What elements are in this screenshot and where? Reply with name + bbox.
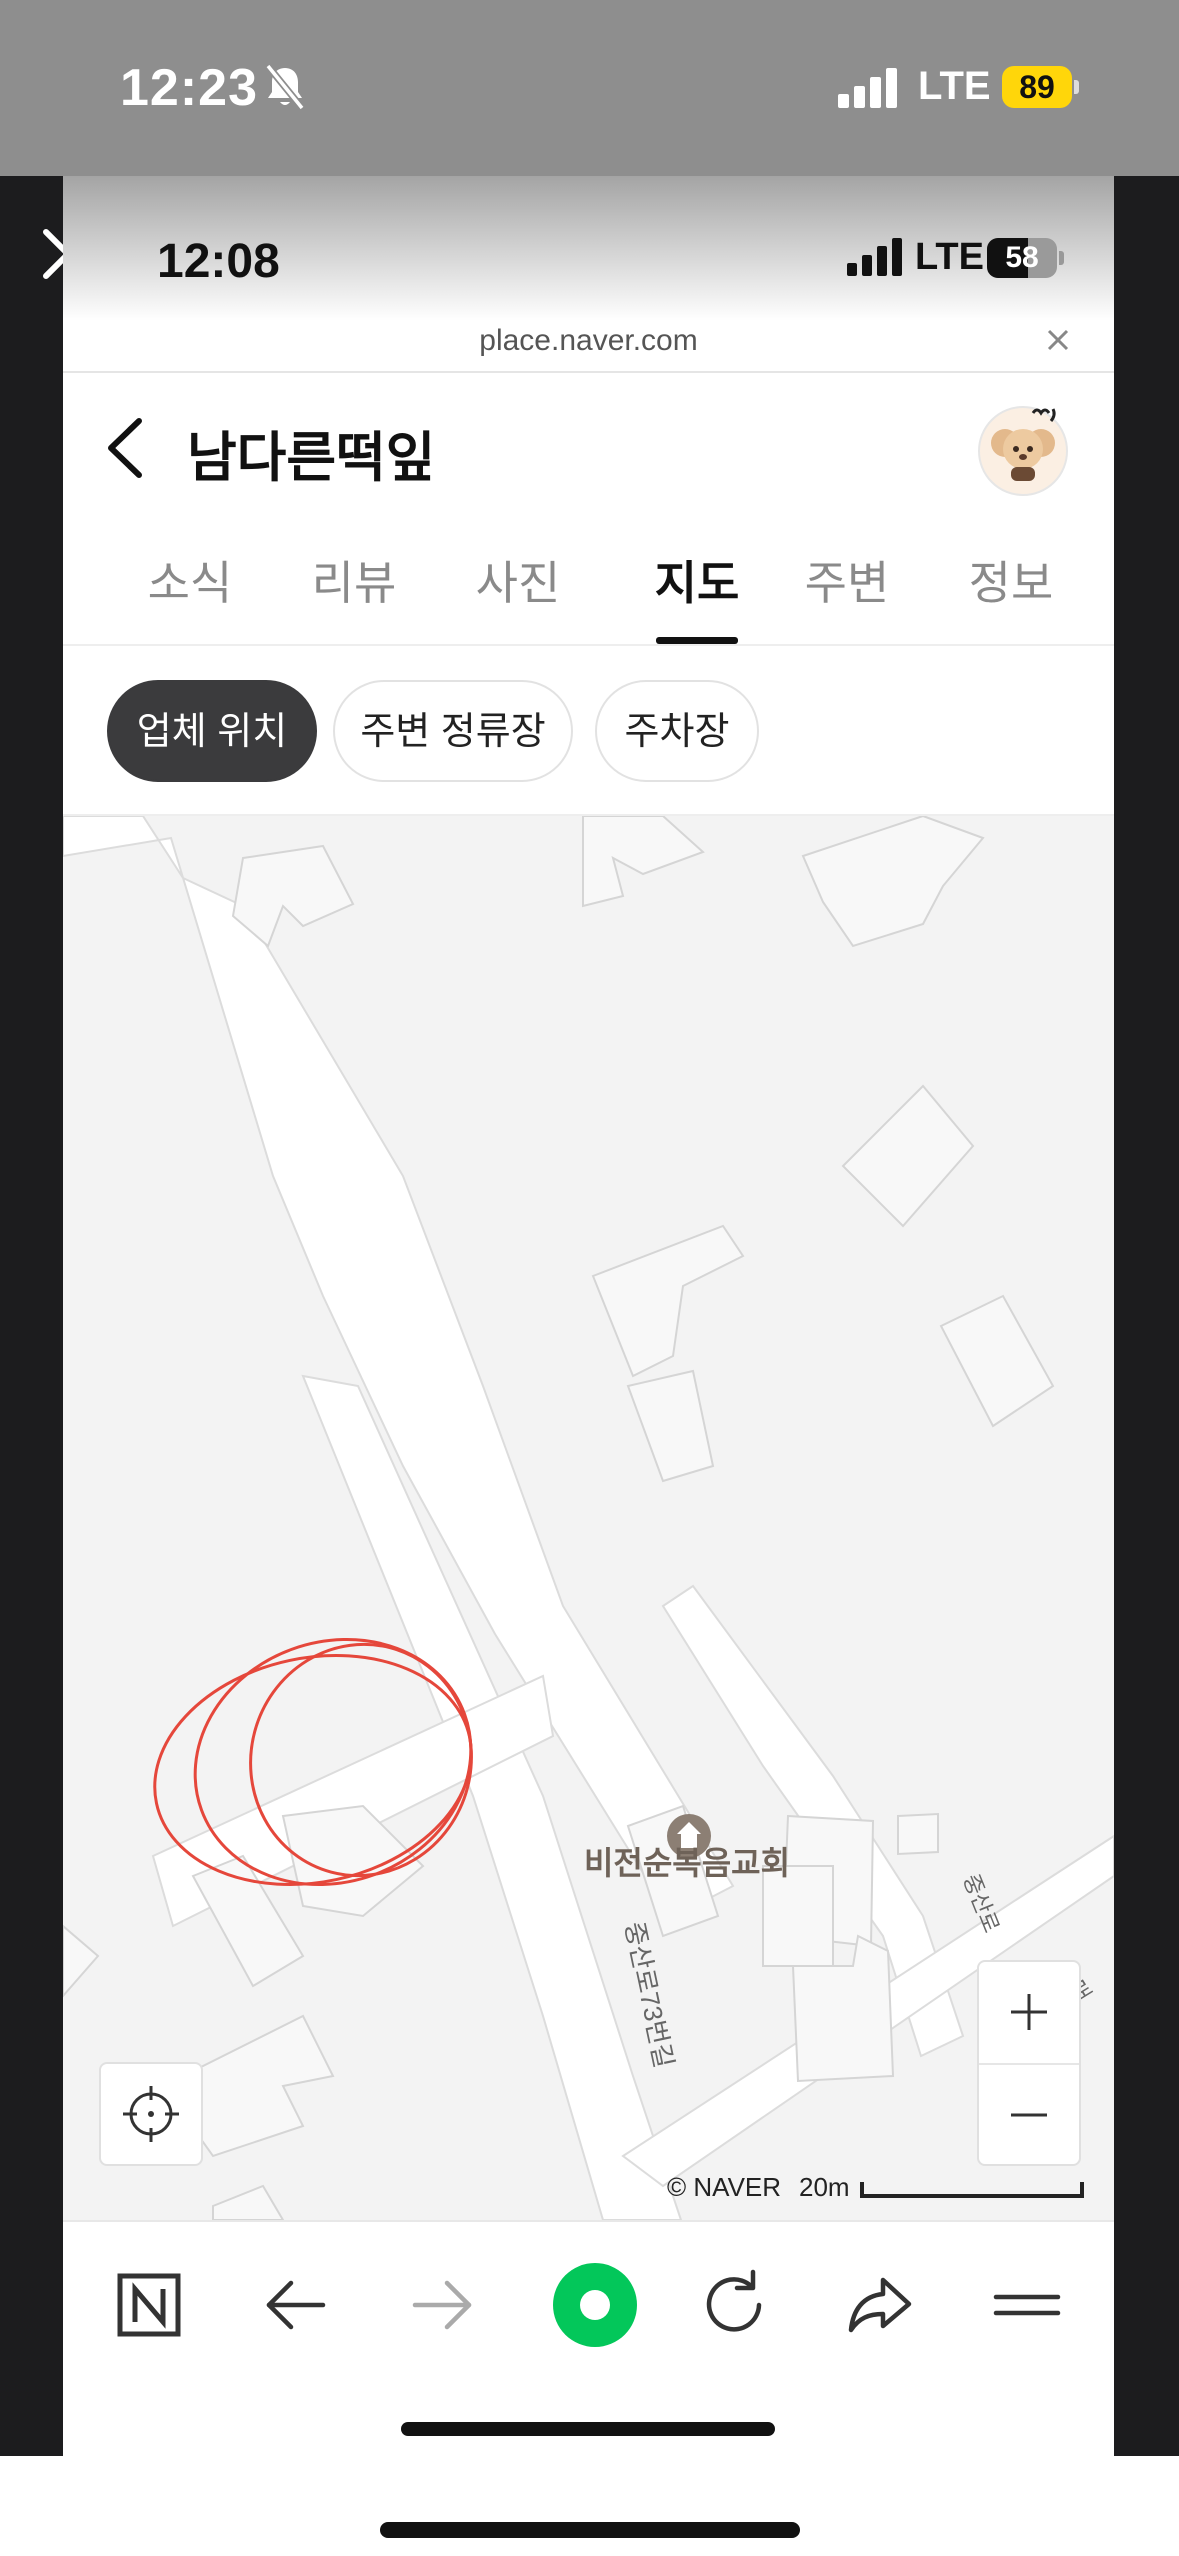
frame-left [0,176,63,2456]
chip-business-location[interactable]: 업체 위치 [107,680,317,782]
avatar[interactable] [975,401,1071,497]
arrow-right-icon[interactable] [397,2260,487,2350]
chip-parking[interactable]: 주차장 [595,680,759,782]
naver-green-dot-icon[interactable] [542,2252,648,2358]
map-scale-label: 20m [799,2172,850,2202]
inner-network-label: LTE [915,236,984,278]
url-bar[interactable]: place.naver.com [63,321,1114,373]
inner-battery-level: 58 [1005,241,1039,274]
outer-network-label: LTE [918,64,991,108]
tab-photos[interactable]: 사진 [443,547,593,613]
tab-home[interactable]: 홈 [63,547,105,613]
home-indicator [401,2422,775,2436]
home-indicator[interactable] [380,2522,800,2538]
page-header: 남다른떡잎 [63,373,1114,513]
chevron-left-icon[interactable] [101,413,151,483]
road-label-junsanro-73: 중산로73번길 [619,1919,679,2071]
map-view[interactable]: 비전순복음교회 중산로73번길 중산로 중산로 © NAVER 20m [63,816,1114,2220]
road-label-junsanro-a: 중산로 [958,1871,1004,1937]
outer-status-bar: 12:23 LTE 89 [0,0,1179,176]
arrow-left-icon[interactable] [251,2260,341,2350]
battery-icon: 58 [987,238,1064,278]
browser-toolbar [63,2220,1114,2456]
signal-bars-icon [847,238,902,276]
inner-time: 12:08 [157,235,280,288]
filter-chip-row: 업체 위치 주변 정류장 주차장 [63,646,1114,816]
poi-church-label[interactable]: 비전순복음교회 [584,1845,790,1881]
share-icon[interactable] [835,2260,925,2350]
frame-right [1114,176,1179,2456]
page-title: 남다른떡잎 [187,428,436,488]
tab-nearby[interactable]: 주변 [772,547,922,613]
bell-muted-icon [265,63,305,111]
tab-news[interactable]: 소식 [115,547,265,613]
chip-nearby-bus-stops[interactable]: 주변 정류장 [333,680,573,782]
menu-icon[interactable] [982,2260,1072,2350]
zoom-out-button[interactable] [979,2063,1079,2164]
close-icon[interactable] [1043,325,1073,355]
tab-info[interactable]: 정보 [936,547,1086,613]
tab-bar: 홈 소식 리뷰 사진 지도 주변 정보 [63,513,1114,646]
tab-reviews[interactable]: 리뷰 [279,547,429,613]
tab-map[interactable]: 지도 [622,547,772,613]
reload-icon[interactable] [689,2260,779,2350]
zoom-controls [977,1960,1081,2166]
signal-bars-icon [838,68,897,108]
outer-bottom-area [0,2456,1179,2556]
map-scale-bar [860,2182,1084,2198]
naver-n-icon[interactable] [104,2260,194,2350]
active-tab-indicator [656,637,738,644]
map-canvas: 비전순복음교회 중산로73번길 중산로 중산로 [63,816,1114,2220]
inner-status-bar: 12:08 LTE 58 [63,176,1114,321]
outer-battery-level: 89 [1019,69,1055,105]
minus-icon [1011,2113,1047,2117]
current-location-button[interactable] [99,2062,203,2166]
plus-icon [1011,1994,1047,2030]
zoom-in-button[interactable] [979,1962,1079,2063]
battery-icon: 89 [1002,66,1079,108]
outer-time: 12:23 [120,59,258,117]
crosshair-icon [123,2086,179,2142]
url-text: place.naver.com [479,324,698,357]
map-credit: © NAVER [667,2172,782,2202]
